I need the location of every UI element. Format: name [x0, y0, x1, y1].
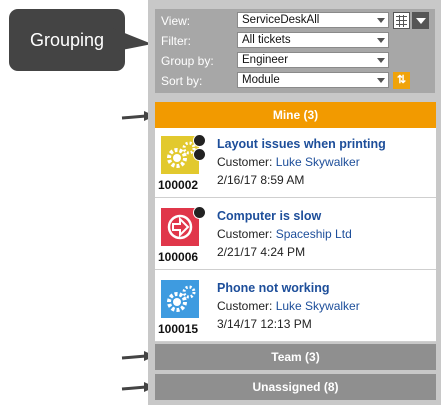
customer-link[interactable]: Spaceship Ltd: [276, 227, 352, 241]
ticket-title[interactable]: Layout issues when printing: [217, 137, 386, 151]
status-badge: [193, 134, 206, 147]
ticket-customer: Customer: Luke Skywalker: [217, 155, 360, 169]
group-by-select[interactable]: Engineer: [237, 52, 389, 68]
customer-label: Customer:: [217, 227, 276, 241]
group-header-mine[interactable]: Mine (3): [155, 102, 436, 128]
customer-label: Customer:: [217, 299, 276, 313]
filter-row: Filter: All tickets: [155, 31, 435, 51]
gears-icon: [161, 280, 199, 318]
ticket-card[interactable]: 100006 Computer is slow Customer: Spaces…: [155, 200, 436, 270]
filter-label: Filter:: [161, 34, 191, 48]
ticket-title[interactable]: Computer is slow: [217, 209, 321, 223]
group-by-value: Engineer: [242, 54, 289, 66]
ticket-date: 3/14/17 12:13 PM: [217, 317, 312, 331]
ticket-card[interactable]: 100002 Layout issues when printing Custo…: [155, 128, 436, 198]
sort-by-select[interactable]: Module: [237, 72, 389, 88]
filter-value: All tickets: [242, 34, 291, 46]
ticket-id: 100015: [158, 322, 199, 336]
sort-direction-icon[interactable]: ⇅: [393, 72, 410, 89]
ticket-date: 2/21/17 4:24 PM: [217, 245, 306, 259]
ticket-date: 2/16/17 8:59 AM: [217, 173, 305, 187]
filter-select[interactable]: All tickets: [237, 32, 389, 48]
priority-badge: [193, 148, 206, 161]
ticket-list: 100002 Layout issues when printing Custo…: [155, 128, 436, 342]
ticket-customer: Customer: Spaceship Ltd: [217, 227, 352, 241]
view-select[interactable]: ServiceDeskAll: [237, 12, 389, 28]
grid-view-icon[interactable]: [393, 12, 410, 29]
group-header-team[interactable]: Team (3): [155, 344, 436, 370]
ticket-id: 100006: [158, 250, 199, 264]
chevron-down-icon: [377, 38, 385, 43]
status-badge: [193, 206, 206, 219]
group-by-row: Group by: Engineer: [155, 51, 435, 71]
view-value: ServiceDeskAll: [242, 14, 320, 26]
sort-by-value: Module: [242, 74, 280, 86]
callout-pointer: [112, 28, 152, 52]
group-header-unassigned[interactable]: Unassigned (8): [155, 374, 436, 400]
customer-link[interactable]: Luke Skywalker: [276, 155, 360, 169]
ticket-title[interactable]: Phone not working: [217, 281, 330, 295]
chevron-down-icon: [377, 78, 385, 83]
chevron-down-icon: [377, 18, 385, 23]
chevron-down-icon: [377, 58, 385, 63]
view-options: [393, 12, 429, 29]
group-by-label: Group by:: [161, 54, 214, 68]
view-menu-dropdown-icon[interactable]: [412, 12, 429, 29]
ticket-customer: Customer: Luke Skywalker: [217, 299, 360, 313]
ticket-id: 100002: [158, 178, 199, 192]
filter-bar: View: ServiceDeskAll Filter: All tickets…: [155, 9, 435, 93]
sort-by-row: Sort by: Module ⇅: [155, 71, 435, 91]
view-row: View: ServiceDeskAll: [155, 11, 435, 31]
sort-by-label: Sort by:: [161, 74, 203, 88]
ticket-card[interactable]: 100015 Phone not working Customer: Luke …: [155, 272, 436, 342]
customer-label: Customer:: [217, 155, 276, 169]
view-label: View:: [161, 14, 191, 28]
customer-link[interactable]: Luke Skywalker: [276, 299, 360, 313]
